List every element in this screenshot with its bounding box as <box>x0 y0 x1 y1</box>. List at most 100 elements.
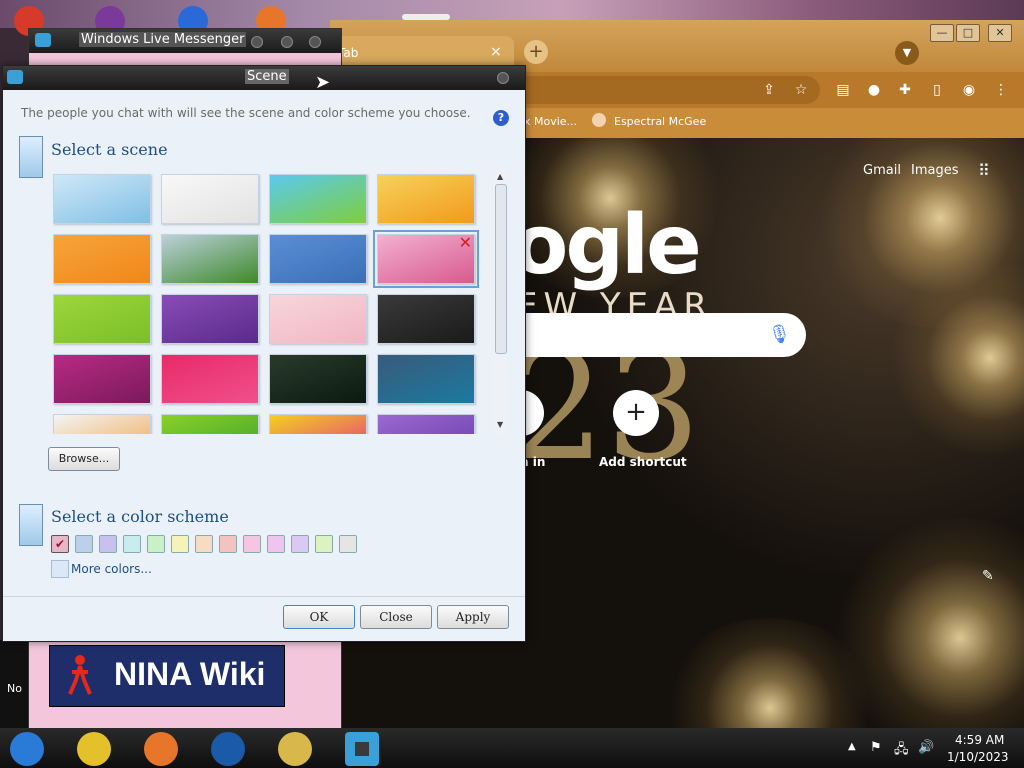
messenger-title: Windows Live Messenger <box>79 32 247 47</box>
color-swatch[interactable] <box>195 535 213 553</box>
scene-thumbnail-blue-mountains[interactable] <box>269 234 367 284</box>
bookmark-star-icon[interactable]: ☆ <box>790 79 812 101</box>
section-marker <box>19 136 43 178</box>
volume-icon[interactable]: 🔊 <box>918 740 934 755</box>
clock-date[interactable]: 1/10/2023 <box>947 750 1009 764</box>
tab-close-icon[interactable]: × <box>490 44 502 60</box>
chrome-canary-icon[interactable] <box>10 732 44 766</box>
color-swatch[interactable] <box>267 535 285 553</box>
apply-button[interactable]: Apply <box>437 605 509 629</box>
customize-pencil-icon[interactable]: ✎ <box>982 568 994 584</box>
window-close-button[interactable]: ✕ <box>988 24 1012 42</box>
scene-thumbnail-green-hill[interactable] <box>269 174 367 224</box>
help-icon[interactable]: ? <box>493 110 509 126</box>
more-colors-swatch[interactable] <box>51 560 69 578</box>
profile-icon[interactable]: ◉ <box>958 79 980 101</box>
scene-thumbnail-colorful-blobs[interactable] <box>269 414 367 434</box>
scene-thumbnail-ocean-scene[interactable] <box>377 354 475 404</box>
background-window-text: No <box>7 682 22 695</box>
color-swatch[interactable] <box>315 535 333 553</box>
scene-thumbnail-dark-green-streak[interactable] <box>269 354 367 404</box>
bookmark-item[interactable]: x Movie... <box>524 115 577 128</box>
add-shortcut-label: Add shortcut <box>599 455 687 469</box>
color-swatch[interactable]: ✔ <box>51 535 69 553</box>
browse-button[interactable]: Browse... <box>48 447 120 471</box>
messenger-app-icon <box>35 33 51 47</box>
select-scene-heading: Select a scene <box>51 140 168 159</box>
tray-expand-icon[interactable]: ▲ <box>848 741 856 752</box>
nina-wiki-banner[interactable]: NINA Wiki <box>49 645 285 707</box>
share-icon[interactable]: ⇪ <box>758 79 780 101</box>
extensions-puzzle-icon[interactable]: ✚ <box>894 79 916 101</box>
scrollbar-thumb[interactable] <box>495 184 507 354</box>
scene-thumbnail-pink-blossom[interactable] <box>269 294 367 344</box>
scene-thumbnail-purple-swirl[interactable] <box>161 294 259 344</box>
tab-search-icon[interactable]: ▼ <box>895 41 919 65</box>
scene-thumbnail-autumn-tree[interactable] <box>377 174 475 224</box>
scene-thumbnail-magenta-heart[interactable] <box>53 354 151 404</box>
color-swatch[interactable] <box>219 535 237 553</box>
side-panel-icon[interactable]: ▯ <box>926 79 948 101</box>
apps-grid-icon[interactable]: ⠿ <box>978 161 990 180</box>
images-link[interactable]: Images <box>911 163 959 178</box>
ok-button[interactable]: OK <box>283 605 355 629</box>
file-explorer-icon[interactable] <box>278 732 312 766</box>
remove-scene-icon[interactable]: ✕ <box>459 233 472 252</box>
color-swatch[interactable] <box>291 535 309 553</box>
messenger-buddy-icon <box>7 70 23 84</box>
scene-thumbnail-sky-blue[interactable] <box>53 174 151 224</box>
scene-thumbnail-white-clouds[interactable] <box>161 174 259 224</box>
clock-time[interactable]: 4:59 AM <box>955 733 1004 747</box>
scene-dialog: Scene The people you chat with will see … <box>2 65 526 642</box>
color-swatch[interactable] <box>123 535 141 553</box>
add-shortcut-button[interactable]: + <box>613 390 659 436</box>
bookmark-item[interactable]: Espectral McGee <box>614 115 706 128</box>
extension-avatar-icon[interactable]: ● <box>863 79 885 101</box>
color-swatch[interactable] <box>171 535 189 553</box>
close-button[interactable]: Close <box>360 605 432 629</box>
bookmark-favicon-icon <box>592 113 606 127</box>
menu-kebab-icon[interactable]: ⋮ <box>990 79 1012 101</box>
color-swatch[interactable] <box>147 535 165 553</box>
messenger-close-button[interactable] <box>309 36 321 48</box>
section-marker <box>19 504 43 546</box>
firefox-icon[interactable] <box>144 732 178 766</box>
scene-grid: ✕ <box>49 170 485 434</box>
scene-thumbnail-lime-green[interactable] <box>53 294 151 344</box>
network-icon[interactable]: 🖧 <box>894 740 909 762</box>
dialog-description: The people you chat with will see the sc… <box>21 106 471 120</box>
scene-thumbnail-green-bamboo[interactable] <box>161 414 259 434</box>
scene-thumbnail-dark-pattern[interactable] <box>377 294 475 344</box>
messenger-minimize-button[interactable] <box>251 36 263 48</box>
maximize-button[interactable]: □ <box>956 24 980 42</box>
gmail-link[interactable]: Gmail <box>863 163 901 178</box>
chrome-icon[interactable] <box>77 732 111 766</box>
messenger-maximize-button[interactable] <box>281 36 293 48</box>
obama-logo-icon[interactable] <box>211 732 245 766</box>
new-tab-button[interactable]: + <box>524 40 548 64</box>
dialog-separator <box>3 596 525 597</box>
scene-thumbnail-white-orange[interactable] <box>53 414 151 434</box>
color-swatch[interactable] <box>339 535 357 553</box>
more-colors-link[interactable]: More colors... <box>71 562 152 576</box>
doodle-logo[interactable]: ogle <box>512 198 702 293</box>
scroll-up-icon[interactable]: ▲ <box>497 172 503 181</box>
scene-thumbnail-pink-collage[interactable]: ✕ <box>373 230 479 288</box>
extension-flag-icon[interactable]: ▤ <box>832 79 854 101</box>
color-swatch[interactable] <box>99 535 117 553</box>
select-color-scheme-heading: Select a color scheme <box>51 507 229 526</box>
action-center-flag-icon[interactable]: ⚑ <box>870 740 882 755</box>
scene-thumbnail-green-field[interactable] <box>161 234 259 284</box>
scene-thumbnail-purple-cartoon[interactable] <box>377 414 475 434</box>
scroll-down-icon[interactable]: ▼ <box>497 420 503 429</box>
scene-thumbnail-orange-grass[interactable] <box>53 234 151 284</box>
messenger-icon[interactable] <box>345 732 379 766</box>
scene-thumbnail-red-burst[interactable] <box>161 354 259 404</box>
dialog-title: Scene <box>245 69 289 84</box>
minimize-button[interactable]: — <box>930 24 954 42</box>
dialog-close-icon[interactable] <box>497 72 509 84</box>
microphone-icon[interactable]: 🎙 <box>768 324 791 345</box>
color-swatch[interactable] <box>75 535 93 553</box>
running-figure-icon <box>68 655 92 695</box>
color-swatch[interactable] <box>243 535 261 553</box>
